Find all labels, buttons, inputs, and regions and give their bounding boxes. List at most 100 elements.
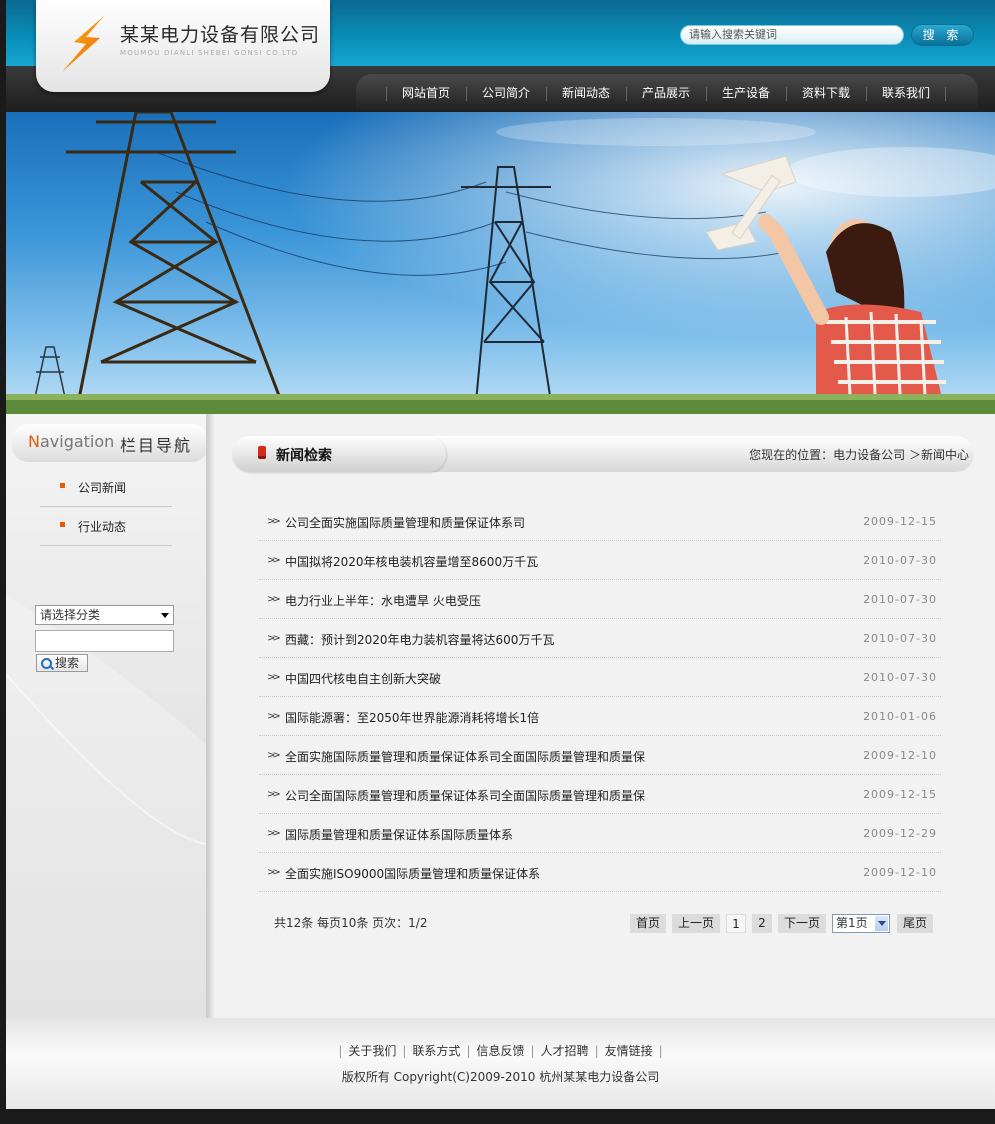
banner-illustration <box>6 112 995 414</box>
search-icon <box>41 658 52 669</box>
double-chevron-right-icon: >> <box>267 672 281 683</box>
sidebar-item-company-news[interactable]: 公司新闻 <box>40 468 172 507</box>
list-item[interactable]: >> 西藏：预计到2020年电力装机容量将达600万千瓦 2010-07-30 <box>259 619 941 658</box>
footer-link-contact[interactable]: 联系方式 <box>412 1044 460 1058</box>
news-title[interactable]: 西藏：预计到2020年电力装机容量将达600万千瓦 <box>285 631 554 648</box>
list-item[interactable]: >> 中国四代核电自主创新大突破 2010-07-30 <box>259 658 941 697</box>
logo[interactable]: 某某电力设备有限公司 MOUMOU DIANLI SHEBEI GONSI CO… <box>36 0 330 92</box>
lightning-logo-icon <box>62 16 104 72</box>
nav-item-contact[interactable]: 联系我们 <box>866 74 946 110</box>
main-nav: 网站首页 公司简介 新闻动态 产品展示 生产设备 资料下载 联系我们 <box>356 74 978 110</box>
footer-separator: | <box>530 1044 535 1058</box>
list-item[interactable]: >> 电力行业上半年：水电遭旱 火电受压 2010-07-30 <box>259 580 941 619</box>
footer-separator: | <box>658 1044 663 1058</box>
footer: | 关于我们 | 联系方式 | 信息反馈 | 人才招聘 | 友情链接 | 版权所有 Copyrigh… <box>6 1018 995 1109</box>
copyright: 版权所有 Copyright(C)2009-2010 杭州某某电力设备公司 <box>341 1070 660 1084</box>
navigation-heading: Navigation 栏目导航 <box>12 424 208 462</box>
left-sidebar: Navigation 栏目导航 公司新闻 行业动态 <box>6 414 208 1018</box>
nav-item-home[interactable]: 网站首页 <box>386 74 466 110</box>
pager-page-1[interactable]: 1 <box>726 914 746 933</box>
sidebar-item-label: 公司新闻 <box>78 481 127 495</box>
footer-link-jobs[interactable]: 人才招聘 <box>541 1044 589 1058</box>
double-chevron-right-icon: >> <box>267 555 281 566</box>
navigation-heading-cn: 栏目导航 <box>120 436 193 455</box>
double-chevron-right-icon: >> <box>267 711 281 722</box>
news-date: 2010-07-30 <box>863 671 937 684</box>
dropdown-arrow-icon <box>875 916 888 931</box>
pager-prev-button[interactable]: 上一页 <box>672 914 720 933</box>
news-date: 2009-12-15 <box>863 788 937 801</box>
news-title[interactable]: 公司全面国际质量管理和质量保证体系司全面国际质量管理和质量保 <box>285 787 645 804</box>
news-date: 2009-12-10 <box>863 866 937 879</box>
news-title[interactable]: 国际质量管理和质量保证体系国际质量体系 <box>285 826 513 843</box>
news-title[interactable]: 中国四代核电自主创新大突破 <box>285 670 441 687</box>
nav-item-equipment[interactable]: 生产设备 <box>706 74 786 110</box>
news-list: >> 公司全面实施国际质量管理和质量保证体系司 2009-12-15 >> 中国… <box>259 502 941 892</box>
news-title[interactable]: 全面实施ISO9000国际质量管理和质量保证体系 <box>285 865 540 882</box>
company-name-en: MOUMOU DIANLI SHEBEI GONSI CO.LTD <box>120 49 299 57</box>
nav-item-products[interactable]: 产品展示 <box>626 74 706 110</box>
sidebar-item-industry-news[interactable]: 行业动态 <box>40 507 172 546</box>
list-item[interactable]: >> 国际质量管理和质量保证体系国际质量体系 2009-12-29 <box>259 814 941 853</box>
footer-link-feedback[interactable]: 信息反馈 <box>476 1044 524 1058</box>
breadcrumb: 您现在的位置：电力设备公司 ＞新闻中心 <box>749 446 969 463</box>
sidebar-search-label: 搜索 <box>55 656 80 670</box>
news-title[interactable]: 公司全面实施国际质量管理和质量保证体系司 <box>285 514 525 531</box>
pager-page-select[interactable]: 第1页 <box>832 914 890 933</box>
double-chevron-right-icon: >> <box>267 867 281 878</box>
news-date: 2010-01-06 <box>863 710 937 723</box>
dropdown-arrow-icon <box>161 613 169 618</box>
list-item[interactable]: >> 公司全面国际质量管理和质量保证体系司全面国际质量管理和质量保 2009-1… <box>259 775 941 814</box>
column-divider <box>206 414 214 1018</box>
news-date: 2009-12-29 <box>863 827 937 840</box>
pager-last-button[interactable]: 尾页 <box>897 914 933 933</box>
document-icon <box>258 446 266 459</box>
breadcrumb-path[interactable]: 电力设备公司 ＞新闻中心 <box>833 448 969 462</box>
pager-first-button[interactable]: 首页 <box>630 914 666 933</box>
pager-next-button[interactable]: 下一页 <box>778 914 826 933</box>
nav-item-about[interactable]: 公司简介 <box>466 74 546 110</box>
footer-separator: | <box>594 1044 599 1058</box>
double-chevron-right-icon: >> <box>267 828 281 839</box>
footer-separator: | <box>402 1044 407 1058</box>
pager-info: 共12条 每页10条 页次：1/2 <box>274 916 428 930</box>
pager-page-2[interactable]: 2 <box>752 914 772 933</box>
news-title[interactable]: 全面实施国际质量管理和质量保证体系司全面国际质量管理和质量保 <box>285 748 645 765</box>
navigation-heading-en: Navigation <box>28 432 115 451</box>
nav-item-downloads[interactable]: 资料下载 <box>786 74 866 110</box>
list-item[interactable]: >> 国际能源署：至2050年世界能源消耗将增长1倍 2010-01-06 <box>259 697 941 736</box>
news-date: 2009-12-10 <box>863 749 937 762</box>
sidebar-item-label: 行业动态 <box>78 520 127 534</box>
footer-link-friends[interactable]: 友情链接 <box>605 1044 653 1058</box>
square-bullet-icon <box>60 483 65 488</box>
footer-separator: | <box>466 1044 471 1058</box>
page: 某某电力设备有限公司 MOUMOU DIANLI SHEBEI GONSI CO… <box>6 0 995 1109</box>
search-input[interactable] <box>680 25 904 45</box>
list-item[interactable]: >> 全面实施ISO9000国际质量管理和质量保证体系 2009-12-10 <box>259 853 941 892</box>
list-item[interactable]: >> 中国拟将2020年核电装机容量增至8600万千瓦 2010-07-30 <box>259 541 941 580</box>
footer-link-about[interactable]: 关于我们 <box>348 1044 396 1058</box>
search-button[interactable]: 搜 索 <box>911 24 974 46</box>
hero-banner <box>6 112 995 414</box>
news-date: 2010-07-30 <box>863 593 937 606</box>
double-chevron-right-icon: >> <box>267 516 281 527</box>
category-select[interactable]: 请选择分类 <box>35 605 174 625</box>
news-date: 2010-07-30 <box>863 554 937 567</box>
double-chevron-right-icon: >> <box>267 750 281 761</box>
square-bullet-icon <box>60 522 65 527</box>
news-title[interactable]: 电力行业上半年：水电遭旱 火电受压 <box>285 592 481 609</box>
nav-item-news[interactable]: 新闻动态 <box>546 74 626 110</box>
news-date: 2010-07-30 <box>863 632 937 645</box>
main-content: 新闻检索 您现在的位置：电力设备公司 ＞新闻中心 >> 公司全面实施国际质量管理… <box>214 414 995 1018</box>
news-title[interactable]: 国际能源署：至2050年世界能源消耗将增长1倍 <box>285 709 539 726</box>
news-date: 2009-12-15 <box>863 515 937 528</box>
double-chevron-right-icon: >> <box>267 594 281 605</box>
list-item[interactable]: >> 公司全面实施国际质量管理和质量保证体系司 2009-12-15 <box>259 502 941 541</box>
news-title[interactable]: 中国拟将2020年核电装机容量增至8600万千瓦 <box>285 553 538 570</box>
page-title: 新闻检索 <box>276 448 332 464</box>
list-item[interactable]: >> 全面实施国际质量管理和质量保证体系司全面国际质量管理和质量保 2009-1… <box>259 736 941 775</box>
double-chevron-right-icon: >> <box>267 789 281 800</box>
sidebar-search-button[interactable]: 搜索 <box>36 654 88 672</box>
keyword-input[interactable] <box>35 630 174 652</box>
footer-separator: | <box>338 1044 343 1058</box>
